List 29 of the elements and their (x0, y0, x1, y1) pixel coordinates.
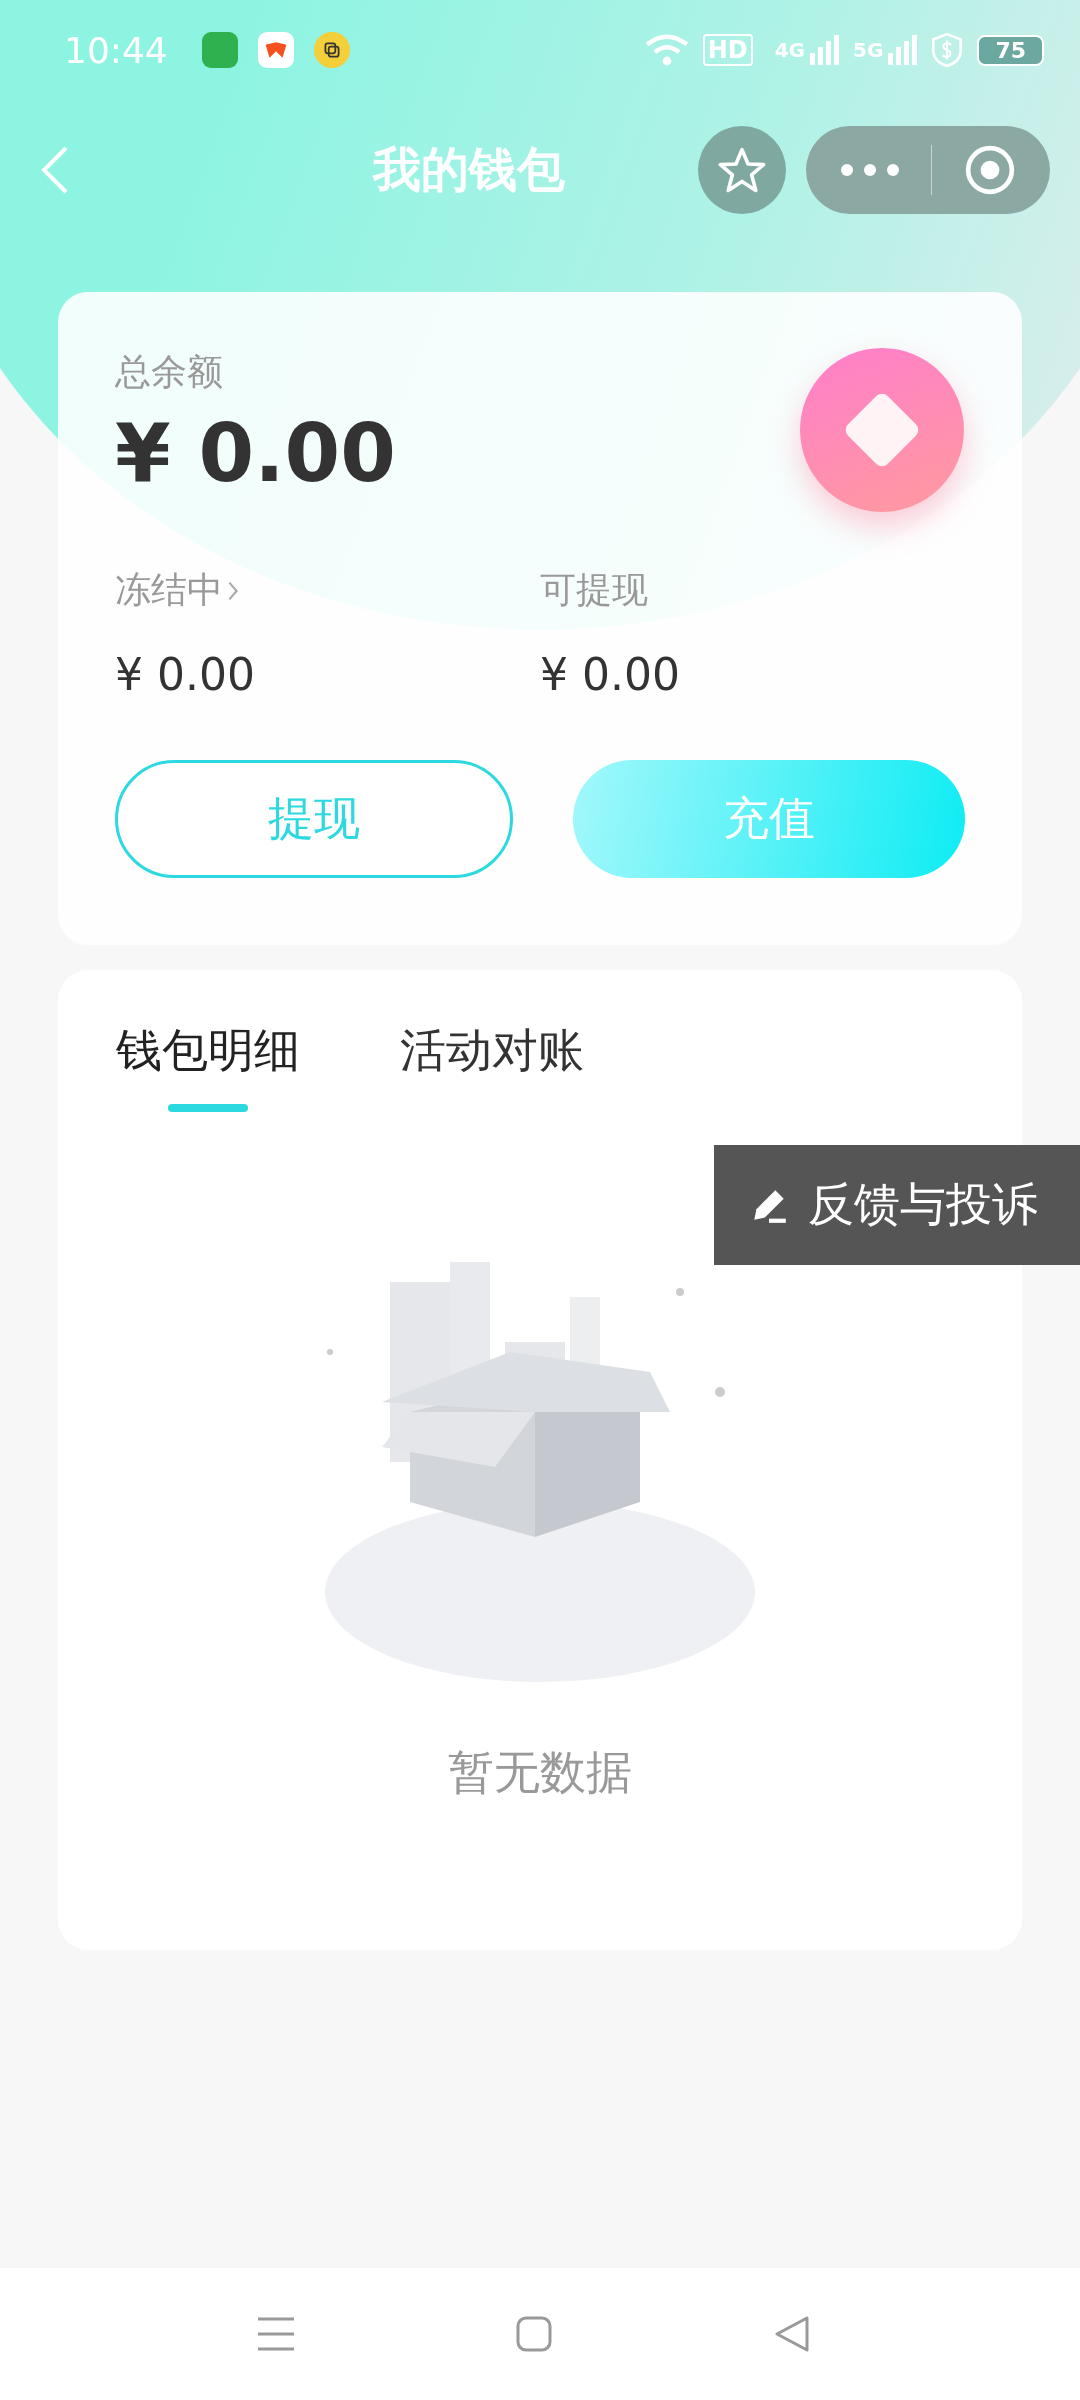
withdrawable-label: 可提现 (540, 568, 648, 612)
tab[interactable]: 钱包明细 (116, 1020, 300, 1112)
chat-app-icon (201, 32, 238, 68)
withdrawable-amount: ¥ 0.00 (540, 649, 681, 700)
star-icon[interactable] (718, 146, 766, 194)
home-icon[interactable] (516, 2316, 552, 2352)
frozen-amount: ¥ 0.00 (115, 649, 256, 700)
menu-icon[interactable] (258, 2316, 294, 2352)
network-indicator: 5G (853, 38, 884, 62)
tab[interactable]: 活动对账 (400, 1020, 584, 1112)
game-app-icon (257, 32, 294, 68)
feedback-button[interactable]: 反馈与投诉 (714, 1145, 1080, 1265)
battery-indicator: 75 (977, 34, 1044, 66)
chevron-icon[interactable] (227, 579, 239, 602)
signal-icon (809, 34, 840, 66)
signal-icon (887, 34, 918, 66)
close-icon[interactable] (964, 144, 1017, 196)
network-indicator: HD (702, 34, 753, 66)
back-nav-icon[interactable] (774, 2316, 810, 2352)
total-amount: ¥ 0.00 (115, 407, 396, 500)
back-icon[interactable] (40, 144, 70, 196)
empty-state-text: 暂无数据 (448, 1744, 632, 1801)
wifi-icon (644, 33, 689, 67)
status-time: 10:44 (64, 29, 168, 71)
total-label: 总余额 (115, 350, 223, 394)
shield-icon (931, 32, 964, 68)
page-title: 我的钱包 (371, 140, 566, 199)
network-indicator: 4G (774, 38, 806, 62)
more-icon[interactable] (839, 163, 900, 177)
